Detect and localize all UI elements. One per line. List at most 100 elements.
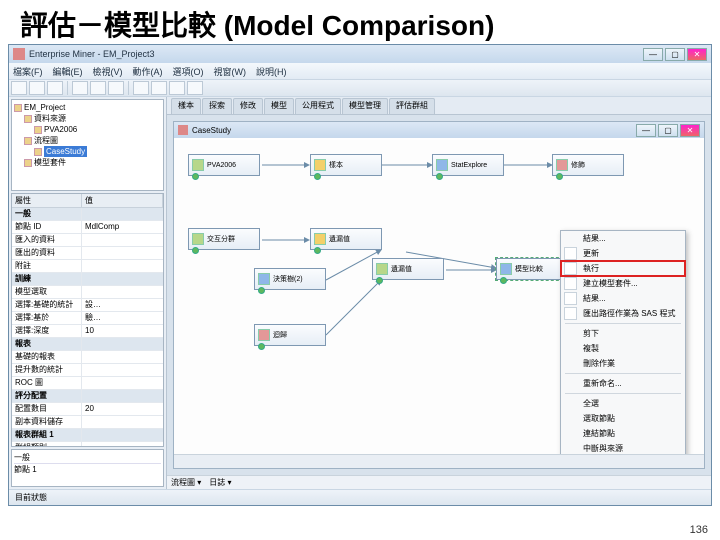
menu-window[interactable]: 視窗(W) [214,65,247,78]
property-row[interactable]: ROC 圖 [12,377,163,390]
property-row[interactable]: 提升數的統計 [12,364,163,377]
property-value[interactable]: 驗… [82,312,163,324]
tool-new-icon[interactable] [11,81,27,95]
context-menu-item[interactable]: 刪除作業 [561,356,685,371]
diagram-canvas[interactable]: PVA2006 樣本 StatExplore 修飾 交互分群 遺漏值 決策樹(2… [174,140,704,454]
property-row[interactable]: 選擇:基於驗… [12,312,163,325]
context-menu-item[interactable]: 連結節點 [561,426,685,441]
tool-copy-icon[interactable] [90,81,106,95]
property-row[interactable]: 選擇:深度10 [12,325,163,338]
property-row[interactable]: 附註 [12,260,163,273]
property-row[interactable]: 節點 IDMdlComp [12,221,163,234]
property-row[interactable]: 副本資料儲存 [12,416,163,429]
tool-stop-icon[interactable] [151,81,167,95]
tab-mgmt[interactable]: 模型管理 [342,98,388,114]
property-row[interactable]: 報表 [12,338,163,351]
horizontal-scrollbar[interactable] [174,454,704,468]
node-datasource[interactable]: PVA2006 [188,154,260,176]
tool-cut-icon[interactable] [72,81,88,95]
property-value[interactable] [82,234,163,246]
context-menu-item[interactable]: 匯出路徑作業為 SAS 程式 [561,306,685,321]
context-menu-item[interactable]: 全選 [561,396,685,411]
tab-utility[interactable]: 公用程式 [295,98,341,114]
property-value[interactable]: 設… [82,299,163,311]
context-menu[interactable]: 結果...更新執行建立模型套件...結果...匯出路徑作業為 SAS 程式剪下複… [560,230,686,454]
property-row[interactable]: 基礎的報表 [12,351,163,364]
tree-item[interactable]: PVA2006 [34,124,161,135]
node-regression[interactable]: 迴歸 [254,324,326,346]
node-cluster[interactable]: 交互分群 [188,228,260,250]
tree-item-selected[interactable]: CaseStudy [34,146,161,157]
tab-sample[interactable]: 樣本 [171,98,201,114]
log-tab-log[interactable]: 日誌 ▾ [209,477,231,488]
property-row[interactable]: 模型選取 [12,286,163,299]
property-row[interactable]: 配置數目20 [12,403,163,416]
node-model-comparison[interactable]: 模型比較 [496,258,568,280]
context-menu-item[interactable]: 更新 [561,246,685,261]
tab-model[interactable]: 模型 [264,98,294,114]
inner-max-button[interactable]: ▢ [658,124,678,137]
property-row[interactable]: 訓練 [12,273,163,286]
close-button[interactable]: ✕ [687,48,707,61]
property-value[interactable] [82,416,163,428]
context-menu-item[interactable]: 結果... [561,231,685,246]
property-rows[interactable]: 一般節點 IDMdlComp匯入的資料匯出的資料附註訓練模型選取選擇:基礎的統計… [12,208,163,447]
node-statexplore[interactable]: StatExplore [432,154,504,176]
tool-grid-icon[interactable] [187,81,203,95]
tab-assess[interactable]: 評估群組 [389,98,435,114]
tool-run-icon[interactable] [133,81,149,95]
property-value[interactable] [82,377,163,389]
context-menu-item[interactable]: 複製 [561,341,685,356]
property-value[interactable]: 20 [82,403,163,415]
tree-item[interactable]: 流程圖 [24,135,161,146]
node-intermediate[interactable]: 遺漏值 [372,258,444,280]
project-tree[interactable]: EM_Project 資料來源 PVA2006 流程圖 CaseStudy 模型… [11,99,164,191]
tool-open-icon[interactable] [29,81,45,95]
context-menu-item[interactable]: 結果... [561,291,685,306]
node-modify[interactable]: 修飾 [552,154,624,176]
menu-help[interactable]: 說明(H) [256,65,287,78]
tab-explore[interactable]: 探索 [202,98,232,114]
property-row[interactable]: 一般 [12,208,163,221]
tree-item[interactable]: 模型套件 [24,157,161,168]
menu-view[interactable]: 檢視(V) [93,65,123,78]
tool-save-icon[interactable] [47,81,63,95]
maximize-button[interactable]: ▢ [665,48,685,61]
context-menu-item[interactable]: 選取節點 [561,411,685,426]
context-menu-item[interactable]: 建立模型套件... [561,276,685,291]
property-value[interactable] [82,351,163,363]
context-menu-item[interactable]: 中斷與來源 [561,441,685,454]
node-sample[interactable]: 樣本 [310,154,382,176]
tab-modify[interactable]: 修改 [233,98,263,114]
menu-action[interactable]: 動作(A) [133,65,163,78]
property-row[interactable]: 選擇:基礎的統計設… [12,299,163,312]
context-menu-item[interactable]: 重新命名... [561,376,685,391]
property-value[interactable] [82,286,163,298]
property-row[interactable]: 匯入的資料 [12,234,163,247]
property-value[interactable]: 10 [82,325,163,337]
node-tree[interactable]: 決策樹(2) [254,268,326,290]
property-row[interactable]: 評分配置 [12,390,163,403]
context-menu-item[interactable]: 剪下 [561,326,685,341]
tool-paste-icon[interactable] [108,81,124,95]
property-value[interactable] [82,442,163,447]
property-value[interactable] [82,260,163,272]
property-value[interactable]: MdlComp [82,221,163,233]
log-tab-diagram[interactable]: 流程圖 ▾ [171,477,201,488]
property-value[interactable] [82,364,163,376]
property-value[interactable] [82,247,163,259]
menu-edit[interactable]: 編輯(E) [53,65,83,78]
inner-close-button[interactable]: ✕ [680,124,700,137]
node-impute[interactable]: 遺漏值 [310,228,382,250]
minimize-button[interactable]: — [643,48,663,61]
property-row[interactable]: 群組類別 [12,442,163,447]
menu-options[interactable]: 選項(O) [173,65,204,78]
menu-file[interactable]: 檔案(F) [13,65,43,78]
context-menu-item[interactable]: 執行 [561,261,685,276]
tree-item[interactable]: 資料來源 [24,113,161,124]
property-row[interactable]: 匯出的資料 [12,247,163,260]
tool-zoom-icon[interactable] [169,81,185,95]
property-row[interactable]: 報表群組 1 [12,429,163,442]
inner-min-button[interactable]: — [636,124,656,137]
tree-root[interactable]: EM_Project [14,102,161,113]
